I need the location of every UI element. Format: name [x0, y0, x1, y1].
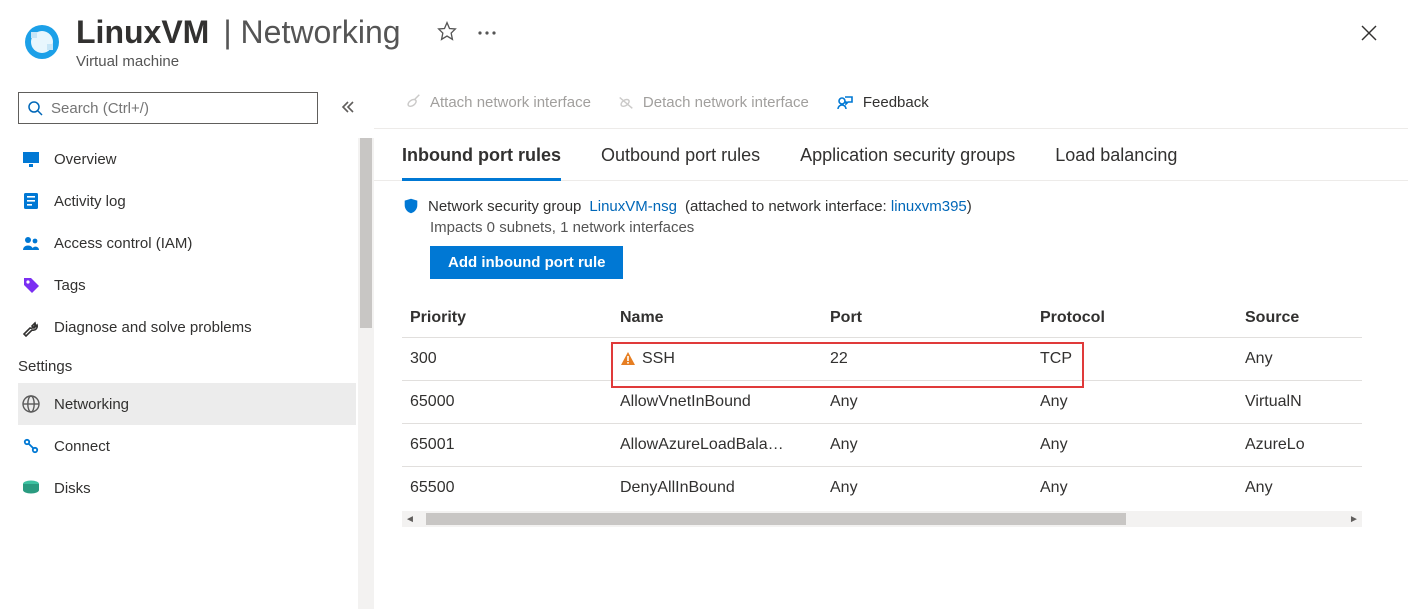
sidebar-item-label: Overview: [54, 151, 117, 168]
sidebar-item-label: Networking: [54, 396, 129, 413]
nsg-link[interactable]: LinuxVM-nsg: [589, 198, 677, 215]
scroll-left-arrow[interactable]: ◄: [402, 511, 418, 527]
scrollbar-thumb[interactable]: [426, 513, 1126, 525]
sidebar-heading-settings: Settings: [18, 348, 374, 383]
sidebar-item-label: Access control (IAM): [54, 235, 192, 252]
connect-icon: [20, 435, 42, 457]
col-source[interactable]: Source: [1237, 299, 1362, 338]
vm-resource-icon: [20, 20, 64, 64]
nic-link[interactable]: linuxvm395: [891, 198, 967, 215]
sidebar: Overview Activity log Access control (IA…: [0, 74, 374, 609]
more-button[interactable]: [473, 21, 501, 44]
col-name[interactable]: Name: [612, 299, 822, 338]
tab-outbound[interactable]: Outbound port rules: [601, 145, 760, 180]
sidebar-item-networking[interactable]: Networking: [18, 383, 356, 425]
nsg-impacts: Impacts 0 subnets, 1 network interfaces: [430, 219, 1408, 236]
feedback-button[interactable]: Feedback: [833, 88, 931, 116]
favorite-button[interactable]: [433, 17, 461, 48]
sidebar-item-label: Activity log: [54, 193, 126, 210]
star-icon: [437, 21, 457, 41]
sidebar-item-label: Diagnose and solve problems: [54, 319, 252, 336]
main-content: Attach network interface Detach network …: [374, 74, 1408, 609]
sidebar-item-access-control[interactable]: Access control (IAM): [18, 222, 356, 264]
sidebar-search[interactable]: [18, 92, 318, 124]
globe-icon: [20, 393, 42, 415]
warning-icon: [620, 351, 636, 367]
disk-icon: [20, 477, 42, 499]
sidebar-item-tags[interactable]: Tags: [18, 264, 356, 306]
tool-label: Attach network interface: [430, 94, 591, 111]
feedback-icon: [835, 92, 855, 112]
page-section: | Networking: [223, 14, 400, 51]
table-row[interactable]: 65001 AllowAzureLoadBala… Any Any AzureL…: [402, 424, 1362, 467]
chevron-double-left-icon: [340, 99, 356, 115]
ellipsis-icon: [477, 29, 497, 37]
col-priority[interactable]: Priority: [402, 299, 612, 338]
table-row[interactable]: 300 SSH 22 TCP Any: [402, 338, 1362, 381]
sidebar-item-connect[interactable]: Connect: [18, 425, 356, 467]
sidebar-item-activity-log[interactable]: Activity log: [18, 180, 356, 222]
shield-icon: [402, 197, 420, 215]
tab-inbound[interactable]: Inbound port rules: [402, 145, 561, 180]
close-icon: [1360, 24, 1378, 42]
search-input[interactable]: [49, 99, 309, 118]
attach-nic-button[interactable]: Attach network interface: [402, 89, 593, 115]
tab-load-balancing[interactable]: Load balancing: [1055, 145, 1177, 180]
close-button[interactable]: [1354, 18, 1384, 51]
attach-icon: [404, 93, 422, 111]
collapse-sidebar-button[interactable]: [336, 95, 360, 122]
col-port[interactable]: Port: [822, 299, 1032, 338]
tag-icon: [20, 274, 42, 296]
page-subtitle: Virtual machine: [76, 53, 501, 70]
sidebar-item-diagnose[interactable]: Diagnose and solve problems: [18, 306, 356, 348]
detach-nic-button[interactable]: Detach network interface: [615, 89, 811, 115]
port-rules-table: Priority Name Port Protocol Source 300 S…: [402, 299, 1408, 509]
wrench-icon: [20, 316, 42, 338]
tab-bar: Inbound port rules Outbound port rules A…: [374, 129, 1408, 181]
detach-icon: [617, 93, 635, 111]
page-title: LinuxVM: [76, 14, 209, 51]
scroll-right-arrow[interactable]: ►: [1346, 511, 1362, 527]
scrollbar-thumb[interactable]: [360, 138, 372, 328]
sidebar-scrollbar[interactable]: [358, 138, 374, 609]
sidebar-item-label: Disks: [54, 480, 91, 497]
page-header: LinuxVM | Networking Virtual machine: [0, 0, 1408, 74]
table-row[interactable]: 65000 AllowVnetInBound Any Any VirtualN: [402, 381, 1362, 424]
monitor-icon: [20, 148, 42, 170]
table-row[interactable]: 65500 DenyAllInBound Any Any Any: [402, 467, 1362, 510]
command-bar: Attach network interface Detach network …: [374, 78, 1408, 129]
table-header-row: Priority Name Port Protocol Source: [402, 299, 1362, 338]
sidebar-item-disks[interactable]: Disks: [18, 467, 356, 509]
col-protocol[interactable]: Protocol: [1032, 299, 1237, 338]
horizontal-scrollbar[interactable]: ◄ ►: [402, 511, 1362, 527]
log-icon: [20, 190, 42, 212]
add-inbound-rule-button[interactable]: Add inbound port rule: [430, 246, 623, 279]
sidebar-item-overview[interactable]: Overview: [18, 138, 356, 180]
search-icon: [27, 100, 43, 116]
people-icon: [20, 232, 42, 254]
tool-label: Feedback: [863, 94, 929, 111]
nsg-info-row: Network security group LinuxVM-nsg (atta…: [402, 197, 1408, 215]
tab-asg[interactable]: Application security groups: [800, 145, 1015, 180]
tool-label: Detach network interface: [643, 94, 809, 111]
sidebar-item-label: Connect: [54, 438, 110, 455]
sidebar-item-label: Tags: [54, 277, 86, 294]
